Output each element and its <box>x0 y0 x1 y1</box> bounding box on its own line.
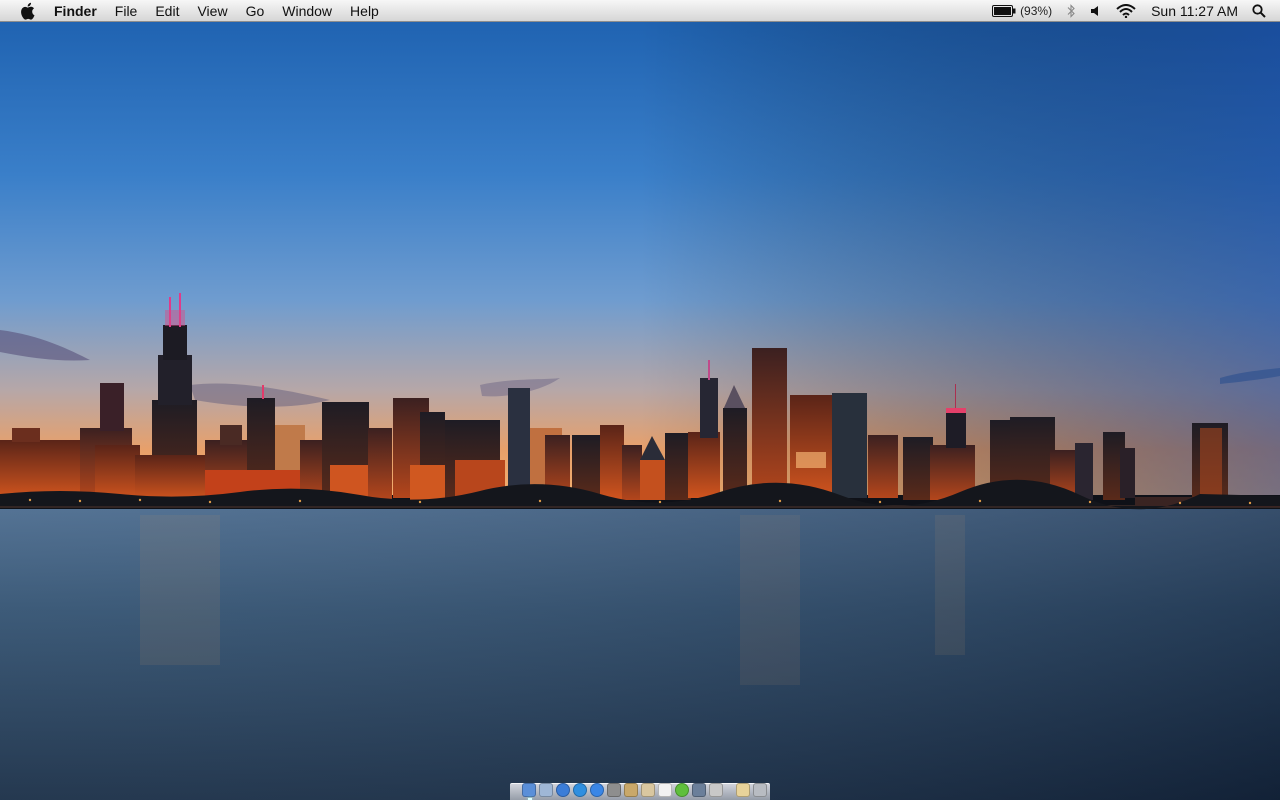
menu-clock[interactable]: Sun 11:27 AM <box>1143 0 1248 22</box>
wifi-status[interactable] <box>1109 0 1143 22</box>
battery-percentage: (93%) <box>1020 4 1053 18</box>
bluetooth-icon <box>1067 4 1075 18</box>
menu-bar: Finder File Edit View Go Window Help (93… <box>0 0 1280 22</box>
battery-icon <box>992 5 1016 17</box>
menu-file[interactable]: File <box>106 0 147 22</box>
dock-textedit-icon[interactable] <box>658 783 672 797</box>
dock-preview-icon[interactable] <box>641 783 655 797</box>
spotlight-button[interactable] <box>1248 0 1280 22</box>
dock-xcode-icon[interactable] <box>692 783 706 797</box>
dock-leaf-app-icon[interactable] <box>675 783 689 797</box>
dock-app-store-icon[interactable] <box>590 783 604 797</box>
dock-trash-icon[interactable] <box>753 783 767 797</box>
dock-finder-icon[interactable] <box>522 783 536 797</box>
dock-safari-icon[interactable] <box>573 783 587 797</box>
dock-photo-app-icon[interactable] <box>607 783 621 797</box>
menu-app-finder[interactable]: Finder <box>54 0 106 22</box>
battery-status[interactable]: (93%) <box>985 0 1059 22</box>
dock-utilities-icon[interactable] <box>709 783 723 797</box>
desktop-wallpaper <box>0 0 1280 800</box>
apple-logo-icon <box>21 2 35 20</box>
dock-icons <box>522 783 770 797</box>
desktop[interactable]: Finder File Edit View Go Window Help (93… <box>0 0 1280 800</box>
menu-view[interactable]: View <box>188 0 236 22</box>
dock <box>510 777 770 800</box>
spotlight-search-icon <box>1252 4 1266 18</box>
menu-go[interactable]: Go <box>237 0 274 22</box>
menu-edit[interactable]: Edit <box>146 0 188 22</box>
dock-mail-icon[interactable] <box>539 783 553 797</box>
wifi-icon <box>1116 4 1136 18</box>
menu-window[interactable]: Window <box>273 0 341 22</box>
menu-help[interactable]: Help <box>341 0 388 22</box>
dock-contacts-icon[interactable] <box>624 783 638 797</box>
dock-documents-stack-icon[interactable] <box>736 783 750 797</box>
bluetooth-status[interactable] <box>1059 0 1083 22</box>
dock-browser-globe-icon[interactable] <box>556 783 570 797</box>
apple-menu[interactable] <box>0 0 54 22</box>
volume-status[interactable] <box>1083 0 1109 22</box>
volume-icon <box>1091 6 1099 16</box>
